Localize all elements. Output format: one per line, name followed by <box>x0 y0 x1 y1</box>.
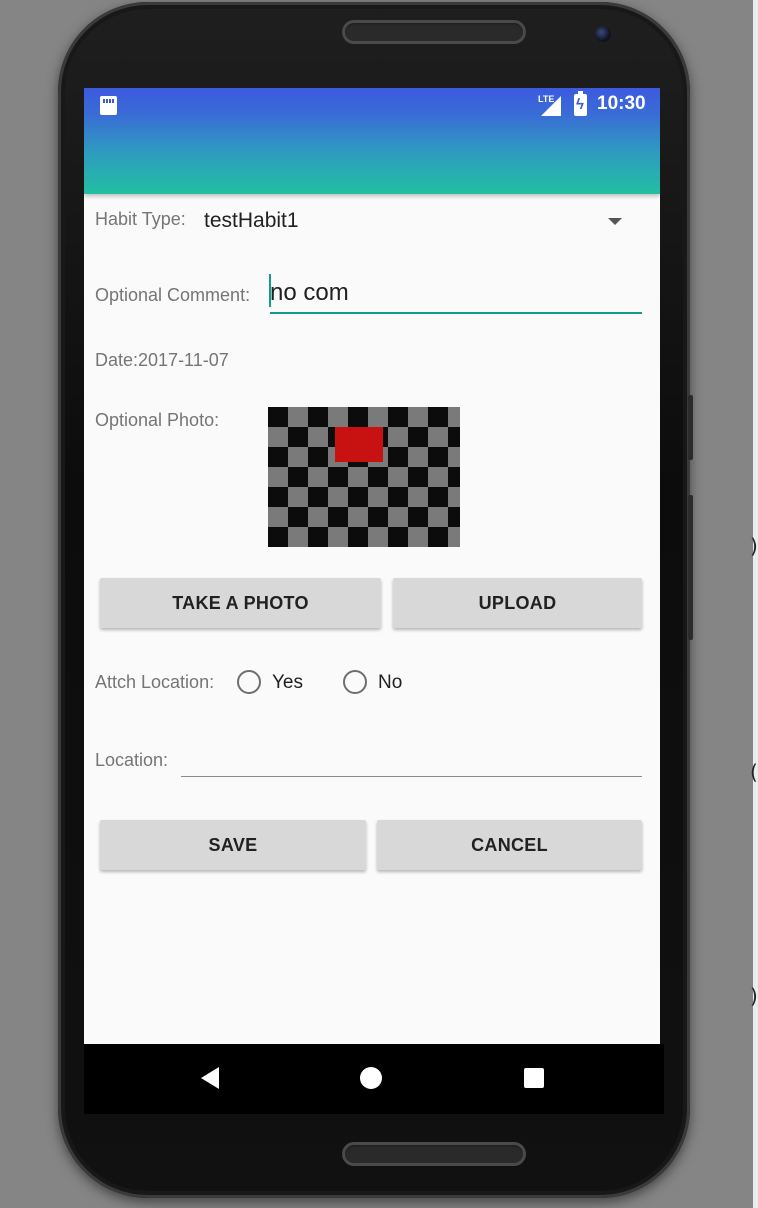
date-text: Date:2017-11-07 <box>95 350 229 370</box>
comment-label: Optional Comment: <box>95 285 251 305</box>
top-speaker <box>342 20 526 44</box>
text-cursor <box>269 274 271 307</box>
volume-button[interactable] <box>688 395 693 460</box>
location-input[interactable] <box>181 744 642 777</box>
navigation-bar <box>84 1044 664 1114</box>
habit-type-spinner[interactable]: testHabit1 <box>200 200 630 242</box>
network-type-label: LTE <box>538 94 555 104</box>
attach-location-label: Attch Location: <box>95 672 215 692</box>
take-photo-button[interactable]: TAKE A PHOTO <box>100 578 381 628</box>
photo-label: Optional Photo: <box>95 410 220 430</box>
habit-type-value: testHabit1 <box>204 209 299 232</box>
radio-yes[interactable] <box>237 670 261 694</box>
radio-yes-label[interactable]: Yes <box>272 672 303 694</box>
cancel-button[interactable]: CANCEL <box>377 820 642 870</box>
upload-button[interactable]: UPLOAD <box>393 578 642 628</box>
back-icon[interactable] <box>201 1067 219 1089</box>
background-window-fragment: ( <box>750 760 758 784</box>
power-button[interactable] <box>688 495 693 640</box>
radio-no[interactable] <box>343 670 367 694</box>
location-label: Location: <box>95 750 169 770</box>
save-button[interactable]: SAVE <box>100 820 366 870</box>
app-bar: LTE ϟ 10:30 <box>84 88 660 194</box>
photo-red-block <box>335 427 383 462</box>
background-window-fragment: ) <box>750 984 758 1008</box>
chevron-down-icon <box>608 218 622 225</box>
background-window-fragment: ) <box>750 534 758 558</box>
status-time: 10:30 <box>597 93 646 114</box>
sd-card-icon <box>100 96 117 115</box>
recent-apps-icon[interactable] <box>524 1068 544 1088</box>
photo-preview <box>268 407 460 547</box>
app-screen: LTE ϟ 10:30 Habit Type: testHabit1 Optio… <box>84 88 660 1044</box>
radio-no-label[interactable]: No <box>378 672 402 694</box>
battery-charging-icon: ϟ <box>574 91 587 116</box>
comment-input[interactable] <box>270 274 642 314</box>
background-window-edge <box>753 0 758 1208</box>
habit-type-label: Habit Type: <box>95 209 186 229</box>
front-camera <box>595 26 611 42</box>
bottom-speaker <box>342 1142 526 1166</box>
lte-signal-icon: LTE <box>537 94 565 116</box>
home-icon[interactable] <box>360 1067 382 1089</box>
